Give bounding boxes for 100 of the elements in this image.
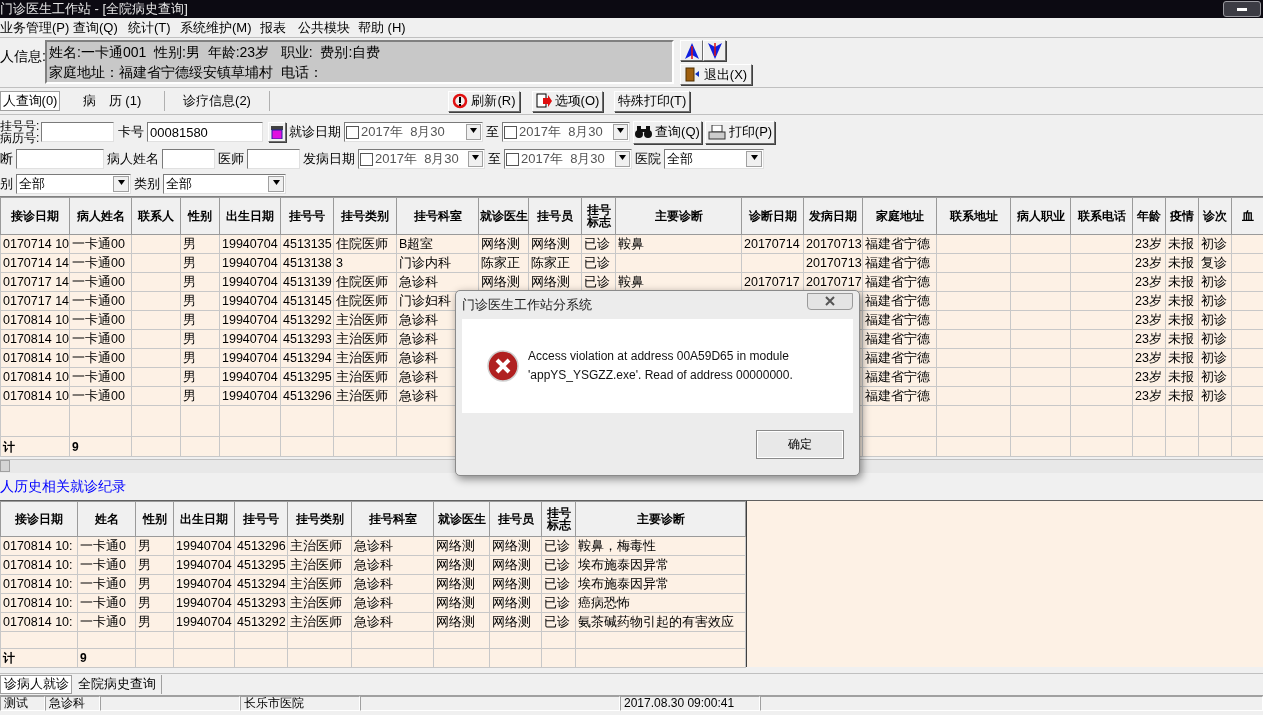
menu-item[interactable]: 公共模块	[298, 17, 358, 38]
table-cell: 网络测	[492, 538, 531, 553]
date-picker[interactable]: 2017年 8月30	[504, 149, 632, 169]
table-cell: 23岁	[1135, 350, 1162, 365]
menu-item[interactable]: 系统维护(M)	[180, 17, 260, 38]
toolbar-button[interactable]: 选项(O)	[532, 90, 603, 112]
checkbox[interactable]	[506, 152, 519, 166]
print-button[interactable]: 打印(P)	[705, 120, 775, 144]
input-field[interactable]	[41, 122, 114, 142]
tab[interactable]: 病 历 (1)	[60, 91, 165, 111]
input-field[interactable]: 00081580	[147, 122, 263, 142]
down-arrow-icon	[707, 42, 722, 59]
table-cell: 23岁	[1135, 274, 1162, 289]
table-cell: 未报	[1168, 350, 1194, 365]
checkbox[interactable]	[360, 152, 373, 166]
table-cell: 男	[183, 255, 196, 270]
table-cell: 20170717	[744, 274, 800, 289]
tab[interactable]: 诊病人就诊	[0, 674, 72, 694]
dropdown-button[interactable]	[468, 151, 483, 167]
field-label: 病历号:	[0, 132, 38, 144]
minimize-button[interactable]	[1223, 1, 1261, 17]
card-reader-button[interactable]	[268, 122, 286, 142]
table-cell: 一卡通00	[72, 293, 125, 308]
dropdown-field[interactable]: 全部	[16, 174, 131, 194]
table-cell: 19940704	[222, 331, 278, 346]
ok-button[interactable]: 确定	[756, 429, 844, 459]
table-cell: 已诊	[544, 614, 570, 629]
exit-button[interactable]: 退出(X)	[680, 64, 752, 85]
table-cell: 急诊科	[399, 388, 438, 403]
previous-button[interactable]	[680, 40, 703, 61]
dropdown-button[interactable]	[613, 124, 628, 140]
table-cell: 4513292	[237, 614, 286, 629]
table-cell: 19940704	[222, 274, 278, 289]
dropdown-button[interactable]	[466, 124, 481, 140]
dropdown-button[interactable]	[268, 176, 284, 192]
date-picker[interactable]: 2017年 8月30	[344, 122, 483, 142]
dropdown-arrow-icon	[617, 128, 624, 136]
dropdown-field[interactable]: 全部	[664, 149, 764, 169]
tab[interactable]: 全院病史查询	[72, 674, 162, 694]
tab[interactable]: 诊疗信息(2)	[165, 91, 270, 111]
total-label: 计	[3, 439, 15, 454]
table-cell: 4513138	[283, 255, 332, 270]
total-count: 9	[72, 439, 79, 454]
table-cell: 福建省宁德	[865, 388, 930, 403]
toolbar-button[interactable]: 特殊打印(T)	[614, 90, 690, 112]
next-button[interactable]	[703, 40, 726, 61]
table-cell: 急诊科	[399, 331, 438, 346]
checkbox[interactable]	[346, 125, 359, 139]
error-icon	[487, 350, 519, 382]
dropdown-button[interactable]	[615, 151, 630, 167]
table-cell: 4513294	[283, 350, 332, 365]
table-cell: 一卡通00	[72, 255, 125, 270]
query-button[interactable]: 查询(Q)	[633, 120, 702, 144]
table-cell: 一卡通0	[80, 557, 126, 572]
table-cell: 4513293	[237, 595, 286, 610]
dropdown-button[interactable]	[746, 151, 762, 167]
table-cell: 氨茶碱药物引起的有害效应	[578, 614, 734, 629]
menu-item[interactable]: 查询(Q)	[73, 17, 128, 38]
table-cell: 网络测	[436, 595, 475, 610]
table-cell: 4513293	[283, 331, 332, 346]
table-cell: 埃布施泰因异常	[578, 557, 669, 572]
date-picker[interactable]: 2017年 8月30	[358, 149, 485, 169]
table-cell: 初诊	[1201, 369, 1227, 384]
menu-item[interactable]: 统计(T)	[128, 17, 180, 38]
table-cell: 主治医师	[290, 614, 342, 629]
table-cell: 福建省宁德	[865, 350, 930, 365]
table-cell: 男	[183, 350, 196, 365]
table-cell: 19940704	[176, 614, 232, 629]
close-icon	[825, 296, 835, 306]
date-picker[interactable]: 2017年 8月30	[502, 122, 630, 142]
table-cell: 急诊科	[354, 595, 393, 610]
toolbar-button[interactable]: 刷新(R)	[448, 90, 520, 112]
input-field[interactable]	[247, 149, 300, 169]
table-cell: 19940704	[176, 557, 232, 572]
table-cell: 一卡通00	[72, 312, 125, 327]
checkbox[interactable]	[504, 125, 517, 139]
tab[interactable]: 人查询(0)	[0, 91, 60, 111]
table-cell: 未报	[1168, 274, 1194, 289]
menu-item[interactable]: 业务管理(P)	[0, 17, 73, 38]
dropdown-button[interactable]	[113, 176, 129, 192]
field-label: 断	[0, 150, 13, 169]
table-cell: 埃布施泰因异常	[578, 576, 669, 591]
table-cell: 一卡通0	[80, 614, 126, 629]
table-cell: 网络测	[531, 236, 570, 251]
table-cell: 4513296	[237, 538, 286, 553]
section-title: 人历史相关就诊纪录	[0, 477, 126, 496]
table-cell: 网络测	[436, 557, 475, 572]
dropdown-value: 全部	[19, 175, 45, 193]
refresh-icon	[452, 93, 469, 109]
table-cell: 19940704	[176, 595, 232, 610]
input-field[interactable]	[16, 149, 104, 169]
menu-item[interactable]: 报表	[260, 17, 298, 38]
table-cell: 已诊	[544, 557, 570, 572]
menu-item[interactable]: 帮助 (H)	[358, 17, 418, 38]
table-cell: 0170717 14	[3, 274, 70, 289]
table-cell: 住院医师	[336, 293, 388, 308]
close-button[interactable]	[807, 292, 853, 310]
dropdown-field[interactable]: 全部	[163, 174, 286, 194]
input-field[interactable]	[162, 149, 215, 169]
date-value: 2017年 8月30	[521, 150, 606, 168]
